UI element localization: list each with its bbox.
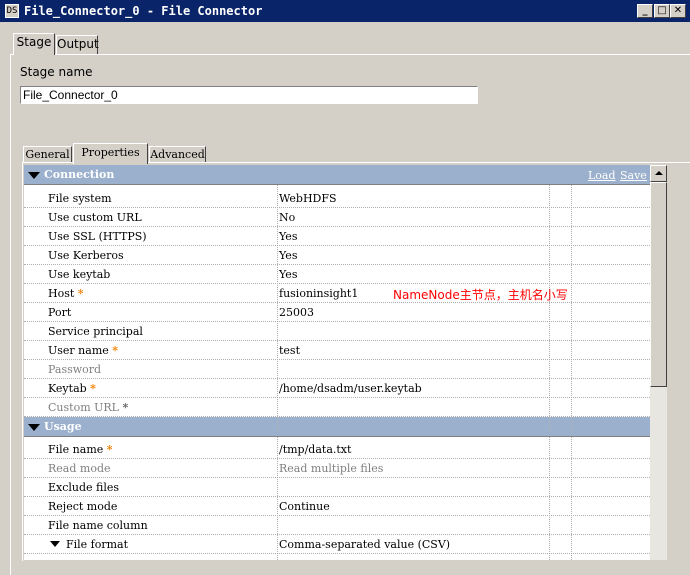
minimize-button[interactable]: _	[637, 4, 653, 18]
property-row[interactable]: Use Kerberos Yes	[24, 246, 650, 265]
window-title: File_Connector_0 - File Connector	[24, 4, 263, 18]
property-name: Reject mode	[48, 500, 118, 513]
tab-general[interactable]: General	[23, 146, 72, 163]
close-button[interactable]: ✕	[670, 4, 686, 18]
property-value[interactable]: WebHDFS	[279, 192, 337, 205]
property-name: File system	[48, 192, 112, 205]
property-row[interactable]: File system WebHDFS	[24, 189, 650, 208]
property-name: Password	[48, 363, 102, 376]
property-value[interactable]: /tmp/data.txt	[279, 443, 351, 456]
property-name: Use SSL (HTTPS)	[48, 230, 147, 243]
section-title: Usage	[44, 420, 82, 433]
column-divider	[277, 185, 278, 560]
property-name: File name	[48, 443, 104, 456]
stage-name-input[interactable]: File_Connector_0	[20, 86, 478, 104]
property-row[interactable]: Use SSL (HTTPS) Yes	[24, 227, 650, 246]
property-name: File name column	[48, 519, 148, 532]
property-name: Exclude files	[48, 481, 120, 494]
property-name: Service principal	[48, 325, 143, 338]
stage-name-label: Stage name	[20, 65, 93, 79]
property-name: Custom URL	[48, 401, 119, 414]
property-name: Keytab	[48, 382, 87, 395]
property-row[interactable]: File format Comma-separated value (CSV)	[24, 535, 650, 554]
property-value[interactable]: /home/dsadm/user.keytab	[279, 382, 422, 395]
property-value[interactable]: Comma-separated value (CSV)	[279, 538, 450, 551]
tab-stage[interactable]: Stage	[13, 33, 55, 55]
expand-arrow-icon[interactable]	[50, 541, 60, 547]
property-value[interactable]: Continue	[279, 500, 330, 513]
property-name: Use Kerberos	[48, 249, 124, 262]
save-link[interactable]: Save	[620, 169, 647, 182]
section-usage[interactable]: Usage	[24, 417, 650, 437]
property-name: File format	[66, 538, 129, 551]
collapse-arrow-icon[interactable]	[28, 172, 40, 179]
property-row: Read mode Read multiple files	[24, 459, 650, 478]
property-name: Read mode	[48, 462, 111, 475]
property-row[interactable]: Use keytab Yes	[24, 265, 650, 284]
tab-properties[interactable]: Properties	[73, 143, 148, 164]
required-marker-icon: *	[106, 443, 113, 456]
host-annotation: NameNode主节点，主机名小写	[393, 288, 568, 302]
app-icon: DS	[5, 4, 19, 18]
property-value[interactable]: Yes	[279, 230, 297, 243]
scroll-up-button[interactable]	[650, 165, 667, 182]
column-divider	[549, 185, 550, 560]
required-marker-icon: *	[122, 401, 129, 414]
maximize-button[interactable]: □	[654, 4, 670, 18]
vertical-scrollbar[interactable]	[650, 165, 667, 560]
property-value[interactable]: test	[279, 344, 300, 357]
property-value: Read multiple files	[279, 462, 384, 475]
property-row[interactable]: Exclude files	[24, 478, 650, 497]
required-marker-icon: *	[90, 382, 96, 395]
required-marker-icon: *	[77, 287, 84, 300]
section-connection[interactable]: Connection Load Save	[24, 165, 650, 185]
property-row[interactable]: File name column	[24, 516, 650, 535]
property-value[interactable]: fusioninsight1	[279, 287, 358, 300]
scroll-thumb[interactable]	[650, 182, 667, 387]
property-row[interactable]: Port 25003	[24, 303, 650, 322]
title-bar: DS File_Connector_0 - File Connector _ □…	[0, 0, 690, 22]
collapse-arrow-icon[interactable]	[28, 424, 40, 431]
property-name: Port	[48, 306, 72, 319]
property-value[interactable]: No	[279, 211, 295, 224]
property-row[interactable]: Keytab * /home/dsadm/user.keytab	[24, 379, 650, 398]
property-name: Use keytab	[48, 268, 111, 281]
property-grid: Connection Load Save File system WebHDFS…	[24, 165, 650, 560]
property-row[interactable]: User name * test	[24, 341, 650, 360]
property-row: Custom URL *	[24, 398, 650, 417]
property-name: User name	[48, 344, 109, 357]
load-link[interactable]: Load	[588, 169, 616, 182]
column-divider	[571, 185, 572, 560]
property-value[interactable]: 25003	[279, 306, 314, 319]
property-row[interactable]: Reject mode Continue	[24, 497, 650, 516]
tab-advanced[interactable]: Advanced	[149, 146, 206, 163]
property-row[interactable]: Use custom URL No	[24, 208, 650, 227]
property-row: Password	[24, 360, 650, 379]
property-value[interactable]: Yes	[279, 249, 297, 262]
property-value[interactable]: Yes	[279, 268, 297, 281]
tab-output[interactable]: Output	[56, 35, 99, 54]
up-arrow-icon	[655, 171, 663, 175]
required-marker-icon: *	[112, 344, 119, 357]
property-row[interactable]: File name * /tmp/data.txt	[24, 440, 650, 459]
section-title: Connection	[44, 168, 115, 181]
property-name: Use custom URL	[48, 211, 142, 224]
property-row[interactable]: Service principal	[24, 322, 650, 341]
property-name: Host	[48, 287, 75, 300]
